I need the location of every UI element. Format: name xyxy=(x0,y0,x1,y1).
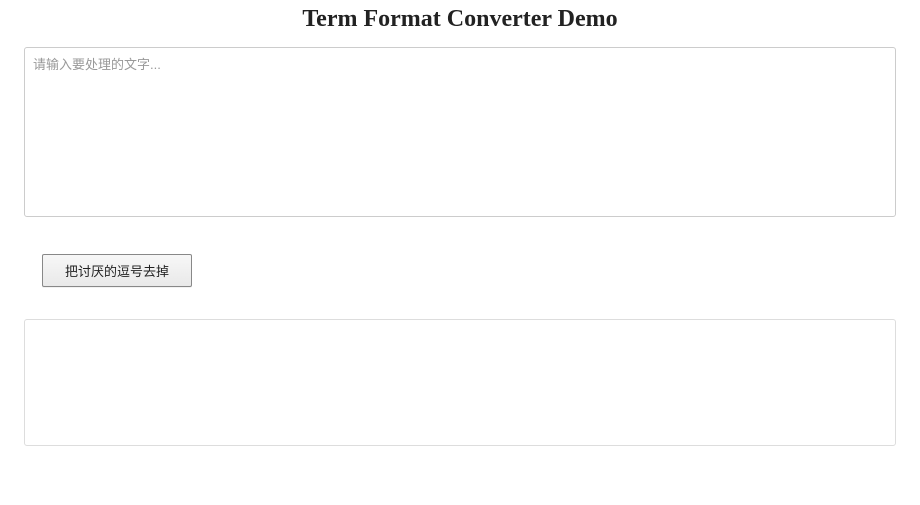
page-title: Term Format Converter Demo xyxy=(24,6,896,33)
text-output xyxy=(24,319,896,446)
convert-button[interactable]: 把讨厌的逗号去掉 xyxy=(42,254,192,287)
button-row: 把讨厌的逗号去掉 xyxy=(42,254,896,287)
text-input[interactable] xyxy=(24,47,896,217)
app-container: Term Format Converter Demo 把讨厌的逗号去掉 xyxy=(0,0,920,446)
